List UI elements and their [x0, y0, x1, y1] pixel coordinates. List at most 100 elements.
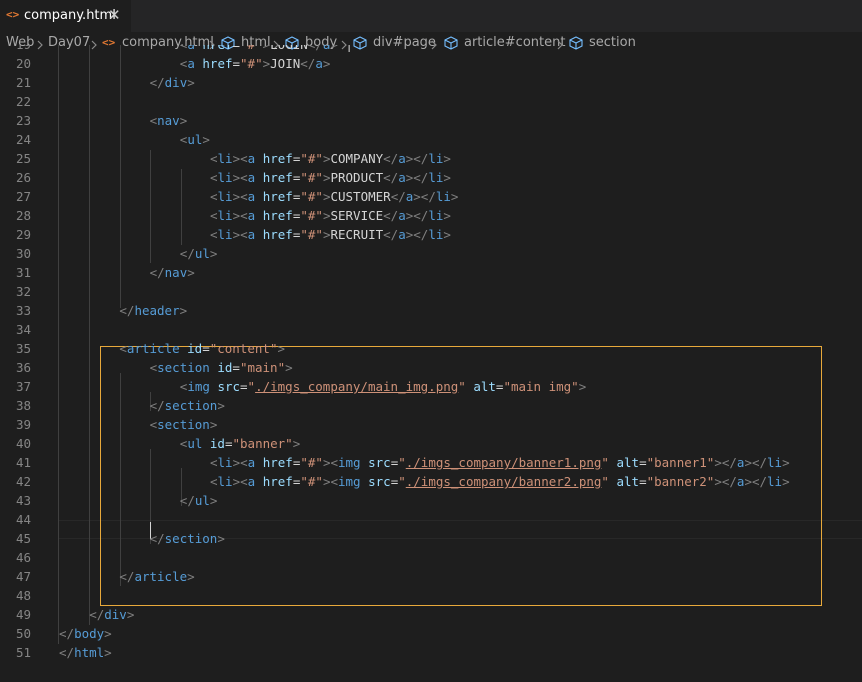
code-token: alt: [616, 455, 640, 470]
code-content: </article>: [119, 567, 194, 586]
code-line[interactable]: 35 <article id="content">: [0, 339, 862, 358]
code-line[interactable]: 34: [0, 320, 862, 339]
code-line[interactable]: 25 <li><a href="#">COMPANY</a></li>: [0, 149, 862, 168]
line-number: 39: [15, 417, 31, 432]
code-token: ": [458, 379, 466, 394]
code-line[interactable]: 48: [0, 586, 862, 605]
code-token: ><: [322, 455, 338, 470]
code-line[interactable]: 30 </ul>: [0, 244, 862, 263]
code-content: <li><a href="#">PRODUCT</a></li>: [210, 168, 451, 187]
code-token: li: [767, 455, 783, 470]
code-token: a: [247, 189, 263, 204]
code-token: <: [149, 417, 158, 432]
code-line[interactable]: 43 </ul>: [0, 491, 862, 510]
code-editor[interactable]: 19<a href="#">LOGIN</a> |20<a href="#">J…: [0, 45, 862, 682]
code-content: <li><a href="#"><img src="./imgs_company…: [210, 453, 790, 472]
code-line[interactable]: 51 </html>: [0, 643, 862, 662]
code-content: </div>: [89, 605, 134, 624]
code-token: >: [187, 265, 195, 280]
code-token: "main img": [503, 379, 579, 394]
code-token: li: [428, 227, 444, 242]
code-token: >: [277, 341, 285, 356]
code-token: ></: [744, 455, 768, 470]
code-token: href: [202, 56, 233, 71]
code-line[interactable]: 37 <img src="./imgs_company/main_img.png"…: [0, 377, 862, 396]
code-token: a: [247, 170, 263, 185]
code-token: a: [247, 455, 263, 470]
code-token: article: [126, 341, 188, 356]
code-token: </: [179, 493, 195, 508]
code-token: </: [383, 170, 399, 185]
code-token: img: [338, 474, 369, 489]
code-token: >: [104, 626, 112, 641]
code-token: >: [450, 189, 459, 204]
code-token: header: [134, 303, 180, 318]
code-token: "#": [300, 227, 323, 242]
code-line[interactable]: 41 <li><a href="#"><img src="./imgs_compa…: [0, 453, 862, 472]
code-content: <ul id="banner">: [180, 434, 300, 453]
code-content: <li><a href="#">RECRUIT</a></li>: [210, 225, 451, 244]
code-line[interactable]: 32: [0, 282, 862, 301]
code-token: </: [119, 569, 135, 584]
line-number: 22: [15, 94, 31, 109]
code-token: >: [285, 360, 293, 375]
close-icon[interactable]: ✕: [108, 6, 121, 24]
code-line[interactable]: 23 <nav>: [0, 111, 862, 130]
code-line[interactable]: 36 <section id="main">: [0, 358, 862, 377]
code-token: href: [262, 189, 293, 204]
line-number: 49: [15, 607, 31, 622]
code-line[interactable]: 20 <a href="#">JOIN</a>: [0, 54, 862, 73]
code-token: </: [383, 208, 399, 223]
code-line[interactable]: 42 <li><a href="#"><img src="./imgs_compa…: [0, 472, 862, 491]
code-token: "#": [300, 455, 323, 470]
code-token: >: [782, 455, 790, 470]
code-line[interactable]: 24 <ul>: [0, 130, 862, 149]
code-line[interactable]: 46: [0, 548, 862, 567]
code-line[interactable]: 21 </div>: [0, 73, 862, 92]
code-token: CUSTOMER: [330, 189, 391, 204]
html-file-icon: <>: [6, 8, 20, 21]
code-token: ><: [232, 170, 248, 185]
editor-tab-company-html[interactable]: <> company.html ✕: [0, 0, 131, 32]
code-content: <li><a href="#">CUSTOMER</a></li>: [210, 187, 458, 206]
code-line[interactable]: 44: [0, 510, 862, 529]
code-token: id: [187, 341, 203, 356]
code-token: </: [179, 246, 195, 261]
code-line[interactable]: 31 </nav>: [0, 263, 862, 282]
code-line[interactable]: 45 </section>: [0, 529, 862, 548]
code-line[interactable]: 40 <ul id="banner">: [0, 434, 862, 453]
code-line[interactable]: 29 <li><a href="#">RECRUIT</a></li>: [0, 225, 862, 244]
code-token: li: [428, 151, 444, 166]
line-number: 42: [15, 474, 31, 489]
code-line[interactable]: 26 <li><a href="#">PRODUCT</a></li>: [0, 168, 862, 187]
code-token: <: [210, 189, 218, 204]
code-line[interactable]: 28 <li><a href="#">SERVICE</a></li>: [0, 206, 862, 225]
code-token: body: [74, 626, 105, 641]
code-line[interactable]: 38 </section>: [0, 396, 862, 415]
code-token: "banner": [232, 436, 293, 451]
code-line[interactable]: 27 <li><a href="#">CUSTOMER</a></li>: [0, 187, 862, 206]
code-token: <: [210, 208, 218, 223]
code-token: >: [126, 607, 135, 622]
code-token: ": [398, 455, 406, 470]
code-token: ": [398, 474, 406, 489]
code-token: RECRUIT: [330, 227, 384, 242]
code-line[interactable]: 50 </body>: [0, 624, 862, 643]
code-line[interactable]: 33 </header>: [0, 301, 862, 320]
code-token: <: [119, 341, 127, 356]
code-line[interactable]: 39 <section>: [0, 415, 862, 434]
code-line[interactable]: 19<a href="#">LOGIN</a> |: [0, 45, 862, 54]
code-token: ./imgs_company/main_img.png: [255, 379, 459, 394]
code-token: >: [209, 246, 218, 261]
code-token: </: [89, 607, 105, 622]
code-line[interactable]: 22: [0, 92, 862, 111]
code-line[interactable]: 47 </article>: [0, 567, 862, 586]
code-token: ></: [714, 474, 737, 489]
code-token: a: [315, 56, 323, 71]
code-line[interactable]: 49 </div>: [0, 605, 862, 624]
code-token: ": [601, 455, 609, 470]
code-token: ><: [232, 151, 248, 166]
code-token: href: [202, 45, 232, 52]
code-token: "#": [240, 45, 263, 52]
code-token: ul: [194, 493, 210, 508]
